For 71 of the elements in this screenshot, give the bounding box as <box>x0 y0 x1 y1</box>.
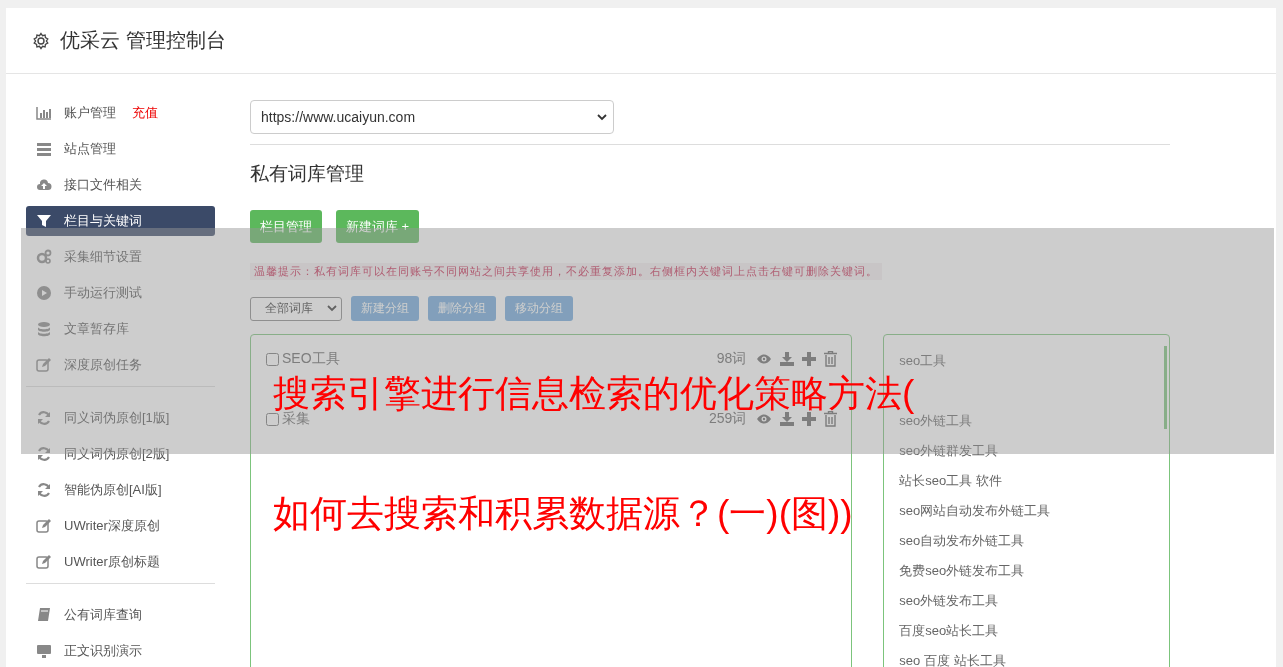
keyword-item[interactable]: seo自动发布外链工具 <box>899 526 1169 556</box>
sidebar-label: 正文识别演示 <box>64 642 142 660</box>
library-name: 采集 <box>282 410 311 428</box>
plus-icon[interactable] <box>802 412 817 426</box>
trash-icon[interactable] <box>824 411 838 427</box>
edit-icon <box>36 554 52 570</box>
sidebar-item[interactable]: 正文识别演示 <box>26 636 215 666</box>
tip-text: 温馨提示：私有词库可以在同账号不同网站之间共享使用，不必重复添加。右侧框内关键词上点击右键可删除关键词。 <box>250 263 882 280</box>
keyword-item[interactable]: 免费seo外链发布工具 <box>899 556 1169 586</box>
sidebar-item[interactable]: 智能伪原创[AI版] <box>26 475 215 505</box>
refresh-icon <box>36 410 52 426</box>
sidebar-item[interactable]: UWriter原创标题 <box>26 547 215 577</box>
sidebar-label: 文章暂存库 <box>64 320 129 338</box>
sidebar-label: 公有词库查询 <box>64 606 142 624</box>
database-icon <box>36 321 52 337</box>
scrollbar-thumb[interactable] <box>1164 346 1167 429</box>
sidebar-label: 账户管理 <box>64 104 116 122</box>
keyword-item[interactable]: seo外链发布工具 <box>899 586 1169 616</box>
sidebar-item[interactable]: UWriter深度原创 <box>26 511 215 541</box>
sidebar-label: UWriter深度原创 <box>64 517 160 535</box>
gears-icon <box>36 249 52 265</box>
sidebar-label: 栏目与关键词 <box>64 212 142 230</box>
sidebar-label: 同义词伪原创[1版] <box>64 409 170 427</box>
sidebar-label: 智能伪原创[AI版] <box>64 481 162 499</box>
sidebar-label: 深度原创任务 <box>64 356 142 374</box>
keyword-item[interactable]: seo网站自动发布外链工具 <box>899 496 1169 526</box>
sidebar-label: 同义词伪原创[2版] <box>64 445 170 463</box>
sidebar-item[interactable]: 接口文件相关 <box>26 170 215 200</box>
word-count: 259词 <box>708 410 747 428</box>
refresh-icon <box>36 482 52 498</box>
window-title: 优采云 管理控制台 <box>60 28 226 53</box>
sidebar-item[interactable]: 账户管理 充值 <box>26 98 215 128</box>
keyword-item[interactable]: 百度seo站长工具 <box>899 616 1169 646</box>
library-name: SEO工具 <box>282 350 341 368</box>
section-title: 私有词库管理 <box>250 162 365 186</box>
article-title: 如何去搜索和积累数据源？(一)(图)) <box>273 494 853 534</box>
cloud-upload-icon <box>36 177 52 193</box>
sidebar-label: 接口文件相关 <box>64 176 142 194</box>
sidebar-item[interactable]: 同义词伪原创[2版] <box>26 439 215 469</box>
keyword-item[interactable]: seo 百度 站长工具 <box>899 646 1169 667</box>
word-count: 98词 <box>716 350 747 368</box>
eye-icon[interactable] <box>756 353 773 365</box>
keyword-item[interactable]: 站长seo工具 软件 <box>899 466 1169 496</box>
monitor-icon <box>36 643 52 659</box>
group-select[interactable]: 全部词库 <box>250 296 342 321</box>
caret-icon <box>597 113 607 121</box>
sidebar-item[interactable]: 栏目与关键词 <box>26 206 215 236</box>
download-icon[interactable] <box>780 412 795 426</box>
sidebar-item[interactable]: 站点管理 <box>26 134 215 164</box>
bar-chart-icon <box>36 105 52 121</box>
settings-icon <box>32 31 50 50</box>
site-select[interactable]: https://www.ucaiyun.com <box>250 100 614 134</box>
sidebar-label: 站点管理 <box>64 140 116 158</box>
recharge-link[interactable]: 充值 <box>132 104 158 122</box>
book-icon <box>36 607 52 623</box>
caret-icon <box>327 305 337 312</box>
edit-icon <box>36 357 52 373</box>
checkbox[interactable] <box>266 352 279 366</box>
sidebar-item[interactable]: 公有词库查询 <box>26 600 215 630</box>
sidebar-label: UWriter原创标题 <box>64 553 160 571</box>
eye-icon[interactable] <box>756 413 773 425</box>
server-icon <box>36 141 52 157</box>
sidebar-label: 手动运行测试 <box>64 284 142 302</box>
plus-icon[interactable] <box>802 352 817 366</box>
edit-icon <box>36 518 52 534</box>
download-icon[interactable] <box>780 352 795 366</box>
refresh-icon <box>36 446 52 462</box>
sidebar-label: 采集细节设置 <box>64 248 142 266</box>
trash-icon[interactable] <box>824 351 838 367</box>
play-icon <box>36 285 52 301</box>
checkbox[interactable] <box>266 412 279 426</box>
